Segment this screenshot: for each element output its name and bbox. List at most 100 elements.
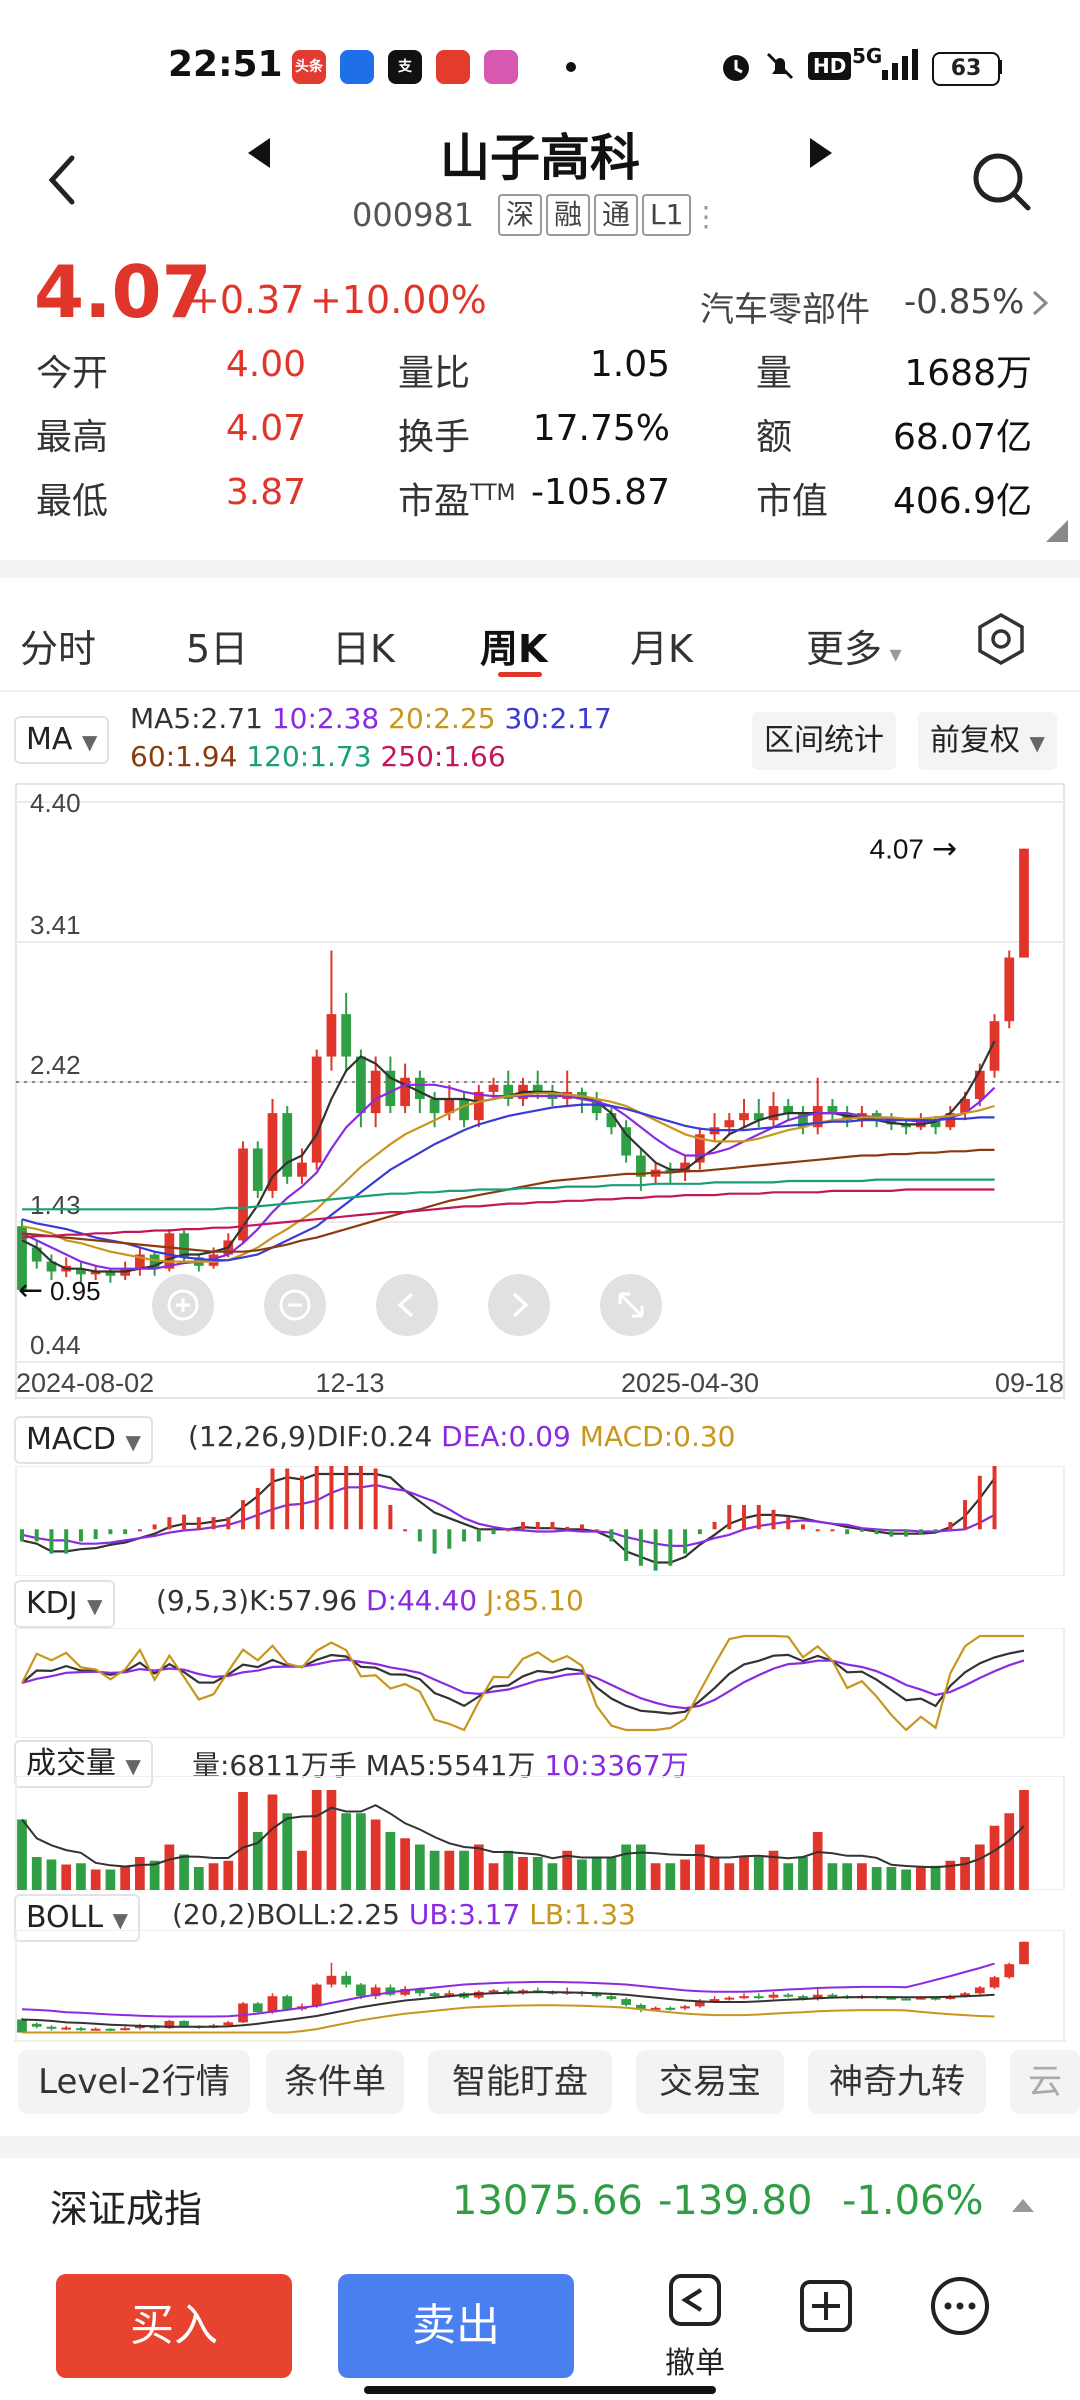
settings-hex-icon[interactable] [976, 612, 1026, 666]
tab-1[interactable]: 5日 [186, 618, 248, 673]
tag-l1: L1 [642, 194, 692, 236]
boll-candle-body [783, 1994, 794, 1997]
volume-bar [857, 1863, 867, 1890]
macd-bar [963, 1500, 968, 1530]
candle-body [1004, 957, 1015, 1022]
volume-bar [164, 1844, 175, 1890]
quote-label: 市盈TTM [398, 472, 516, 524]
sector-name[interactable]: 汽车零部件 [700, 282, 870, 331]
boll-candle-body [1019, 1941, 1029, 1965]
macd-bar [992, 1466, 997, 1530]
macd-bar [815, 1529, 820, 1532]
macd-bar [742, 1504, 747, 1530]
boll-candle-body [827, 1994, 838, 1997]
ma-selector[interactable]: MA ▼ [14, 716, 110, 764]
macd-bar [904, 1529, 909, 1537]
boll-candle-body [105, 2028, 116, 2031]
boll-candle-body [753, 1996, 764, 1999]
boll-candle-body [488, 1990, 499, 1993]
volume-bar [1019, 1790, 1029, 1890]
quote-value: 1688万 [904, 353, 1032, 394]
volume-bar [444, 1850, 455, 1890]
adjust-selector[interactable]: 前复权 ▼ [918, 712, 1057, 770]
network-type: 5G [852, 44, 883, 68]
chevron-right-icon[interactable] [1030, 288, 1052, 318]
candle-body [297, 1162, 307, 1177]
range-stats-button[interactable]: 区间统计 [752, 712, 896, 770]
ma-legend-line1: MA5:2.71 10:2.38 20:2.25 30:2.17 [130, 702, 612, 735]
ma-legend-item: 60:1.94 [130, 740, 247, 773]
candle-body [768, 1106, 779, 1121]
quote-label: 市值 [756, 481, 829, 522]
candle-body [621, 1127, 632, 1156]
scroll-left-icon[interactable] [376, 1274, 438, 1336]
kdj-chart[interactable] [0, 1628, 1080, 1738]
chip-4[interactable]: 神奇九转 [808, 2050, 986, 2114]
boll-candle-body [267, 1996, 278, 2013]
cancel-order-button[interactable]: 撤单 [650, 2270, 740, 2382]
battery-icon: 63 [932, 52, 1000, 86]
boll-candle-body [768, 1994, 779, 1998]
x-tick-label: 09-18 [995, 1368, 1064, 1398]
boll-candle-body [341, 1975, 352, 1985]
macd-bar [34, 1529, 39, 1542]
tab-3[interactable]: 周K [480, 618, 547, 673]
boll-candle-body [252, 2003, 263, 2013]
volume-bar [282, 1813, 293, 1890]
chip-2[interactable]: 智能盯盘 [428, 2050, 612, 2114]
index-name[interactable]: 深证成指 [50, 2178, 202, 2233]
search-icon[interactable] [970, 150, 1034, 214]
chip-0[interactable]: Level-2行情 [18, 2050, 250, 2114]
y-tick-label: 3.41 [30, 910, 81, 940]
chip-1[interactable]: 条件单 [266, 2050, 404, 2114]
candle-body [739, 1113, 749, 1121]
macd-bar [476, 1529, 481, 1542]
volume-bar [341, 1813, 352, 1890]
chip-3[interactable]: 交易宝 [636, 2050, 784, 2114]
next-stock-icon[interactable] [806, 136, 836, 170]
mute-icon [766, 52, 794, 80]
macd-bar [137, 1529, 142, 1532]
sell-button[interactable]: 卖出 [338, 2274, 574, 2378]
tab-2[interactable]: 日K [332, 618, 395, 673]
fullscreen-icon[interactable] [600, 1274, 662, 1336]
volume-bar [179, 1854, 189, 1890]
kdj-selector[interactable]: KDJ ▼ [14, 1580, 115, 1628]
sector-change[interactable]: -0.85% [904, 282, 1024, 322]
tab-5[interactable]: 更多 ▾ [806, 618, 902, 673]
scroll-right-icon[interactable] [488, 1274, 550, 1336]
macd-bar [594, 1529, 599, 1532]
macd-bar [182, 1514, 187, 1530]
macd-bar [579, 1524, 584, 1530]
macd-chart[interactable] [0, 1466, 1080, 1576]
zoom-out-icon[interactable] [264, 1274, 326, 1336]
tab-0[interactable]: 分时 [20, 618, 96, 673]
volume-chart[interactable] [0, 1776, 1080, 1890]
add-icon[interactable] [796, 2276, 856, 2336]
boll-candle-body [739, 1996, 749, 1999]
macd-bar [417, 1529, 422, 1542]
more-dots-icon[interactable]: ⋮ [692, 200, 720, 233]
more-options-icon[interactable] [928, 2274, 992, 2338]
quote-value: 406.9亿 [892, 481, 1032, 522]
volume-bar [606, 1857, 617, 1890]
volume-bar [208, 1863, 219, 1890]
tab-4[interactable]: 月K [630, 618, 693, 673]
stock-code: 000981 [352, 196, 475, 234]
macd-bar [226, 1517, 231, 1530]
zoom-in-icon[interactable] [152, 1274, 214, 1336]
quote-value: 4.07 [225, 408, 306, 449]
buy-button[interactable]: 买入 [56, 2274, 292, 2378]
volume-bar [488, 1863, 499, 1890]
chip-5[interactable]: 云 [1010, 2050, 1080, 2114]
alipay-app-icon: 支 [388, 50, 422, 84]
volume-bar [105, 1869, 116, 1890]
macd-selector[interactable]: MACD ▼ [14, 1416, 153, 1464]
ma-legend-item: 10:2.38 [271, 702, 389, 735]
volume-bar [370, 1819, 381, 1890]
expand-up-icon[interactable] [1010, 2196, 1036, 2214]
volume-bar [193, 1867, 204, 1890]
candle-body [414, 1077, 425, 1099]
boll-candle-body [1004, 1964, 1015, 1978]
boll-chart[interactable] [0, 1930, 1080, 2042]
